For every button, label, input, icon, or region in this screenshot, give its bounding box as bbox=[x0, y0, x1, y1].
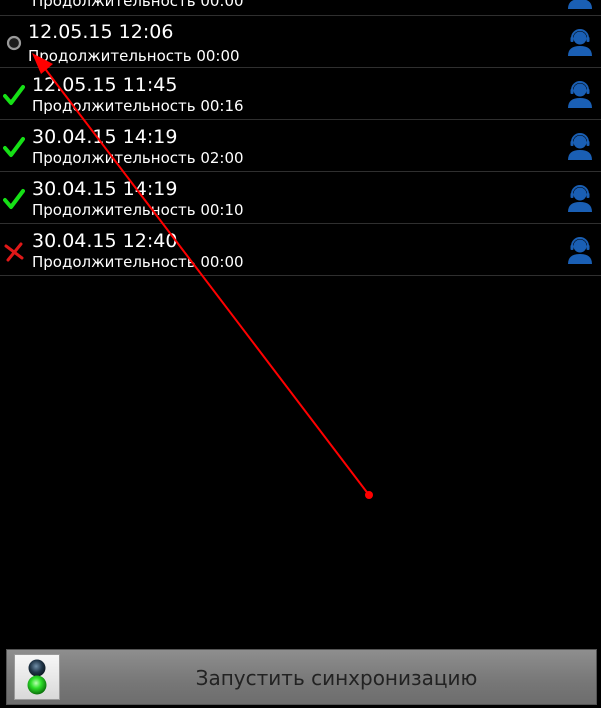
call-list-item[interactable]: 30.04.15 12:40 Продолжительность 00:00 bbox=[0, 224, 601, 276]
person-headset-icon[interactable] bbox=[566, 81, 594, 109]
call-date: 30.04.15 12:40 bbox=[32, 230, 178, 252]
bottom-bar: Запустить синхронизацию bbox=[0, 645, 601, 708]
call-duration: Продолжительность 00:00 bbox=[32, 253, 244, 271]
person-headset-icon[interactable] bbox=[566, 185, 594, 213]
call-date: 30.04.15 14:19 bbox=[32, 178, 178, 200]
start-sync-button[interactable]: Запустить синхронизацию bbox=[6, 649, 597, 705]
call-list-item[interactable]: Продолжительность 00:00 bbox=[0, 0, 601, 16]
call-list-item[interactable]: 30.04.15 14:19 Продолжительность 02:00 bbox=[0, 120, 601, 172]
person-headset-icon[interactable] bbox=[566, 237, 594, 265]
call-date: 12.05.15 12:06 bbox=[28, 21, 174, 43]
person-headset-icon[interactable] bbox=[566, 0, 594, 10]
person-headset-icon[interactable] bbox=[566, 29, 594, 57]
call-list-item[interactable]: 30.04.15 14:19 Продолжительность 00:10 bbox=[0, 172, 601, 224]
traffic-light-icon bbox=[14, 654, 60, 700]
call-duration: Продолжительность 02:00 bbox=[32, 149, 244, 167]
call-date: 30.04.15 14:19 bbox=[32, 126, 178, 148]
call-list: Продолжительность 00:00 12.05.15 12:06 П… bbox=[0, 0, 601, 276]
call-duration: Продолжительность 00:00 bbox=[28, 47, 240, 65]
call-list-item[interactable]: 12.05.15 12:06 Продолжительность 00:00 bbox=[0, 16, 601, 68]
person-headset-icon[interactable] bbox=[566, 133, 594, 161]
call-duration: Продолжительность 00:16 bbox=[32, 97, 244, 115]
green-check-icon bbox=[3, 189, 25, 209]
green-check-icon bbox=[3, 85, 25, 105]
circle-outline-icon bbox=[6, 35, 22, 51]
sync-button-label: Запустить синхронизацию bbox=[195, 666, 478, 690]
call-history-screen: Продолжительность 00:00 12.05.15 12:06 П… bbox=[0, 0, 601, 708]
call-duration: Продолжительность 00:00 bbox=[32, 0, 244, 10]
call-duration: Продолжительность 00:10 bbox=[32, 201, 244, 219]
call-list-item[interactable]: 12.05.15 11:45 Продолжительность 00:16 bbox=[0, 68, 601, 120]
red-cross-icon bbox=[4, 242, 24, 262]
green-check-icon bbox=[3, 137, 25, 157]
call-date: 12.05.15 11:45 bbox=[32, 74, 178, 96]
